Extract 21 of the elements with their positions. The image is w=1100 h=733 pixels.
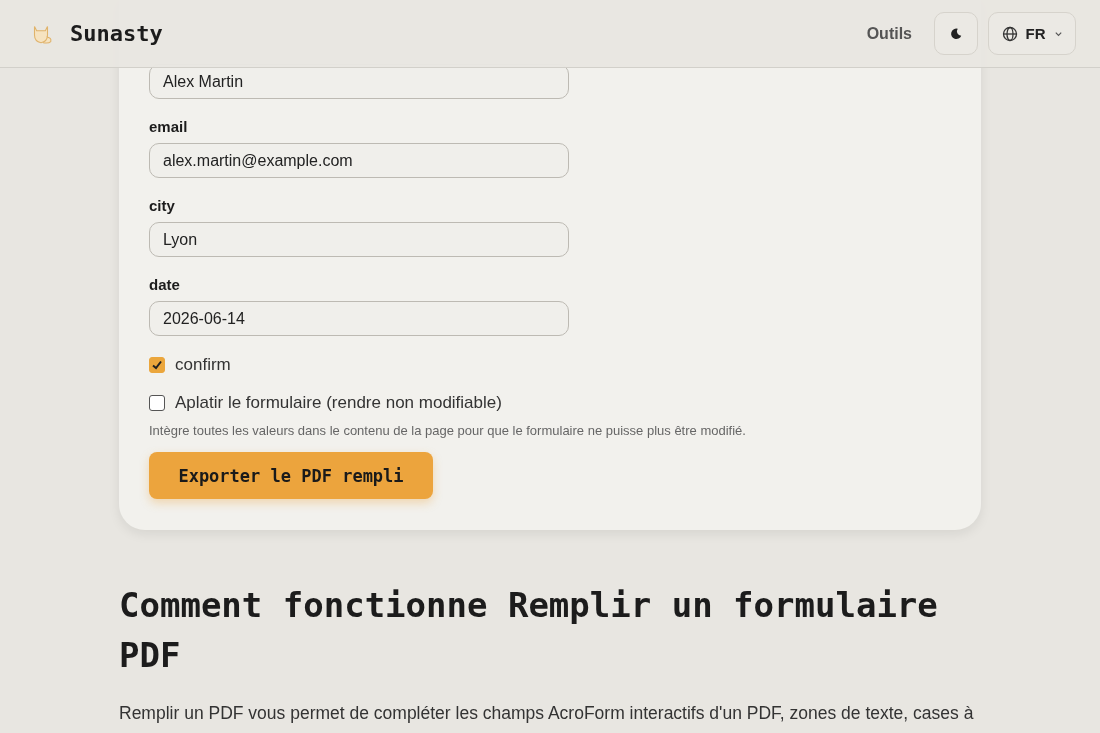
checkbox-label: confirm (175, 355, 231, 375)
hint-text: Intègre toutes les valeurs dans le contenu de la page pour que le formulaire ne puisse plus être modifié. (149, 423, 747, 438)
checkbox-label: Aplatir le formulaire (rendre non modifiable) (175, 393, 502, 413)
text-field[interactable]: 2026-06-14 (149, 301, 569, 336)
tools-link[interactable]: Outils (866, 24, 912, 43)
section-heading: Comment fonctionne Remplir un formulaire PDF (119, 584, 939, 677)
theme-toggle-button[interactable] (934, 12, 978, 55)
paragraph: Remplir un PDF vous permet de compléter les champs AcroForm interactifs d'un PDF, zones de texte, cases à (119, 702, 974, 724)
field-label: city (149, 197, 176, 214)
checkbox[interactable] (149, 395, 165, 411)
text-field[interactable]: Lyon (149, 222, 569, 257)
chevron-down-icon (1053, 29, 1063, 38)
export-button[interactable]: Exporter le PDF rempli (149, 452, 433, 499)
globe-icon (1001, 25, 1018, 42)
checkbox[interactable] (149, 357, 165, 373)
language-button[interactable]: FR (988, 12, 1076, 55)
moon-icon (949, 26, 963, 41)
brand-name[interactable]: Sunasty (70, 21, 163, 46)
field-label: email (149, 118, 189, 135)
field-label: date (149, 276, 181, 293)
text-field[interactable]: alex.martin@example.com (149, 143, 569, 178)
